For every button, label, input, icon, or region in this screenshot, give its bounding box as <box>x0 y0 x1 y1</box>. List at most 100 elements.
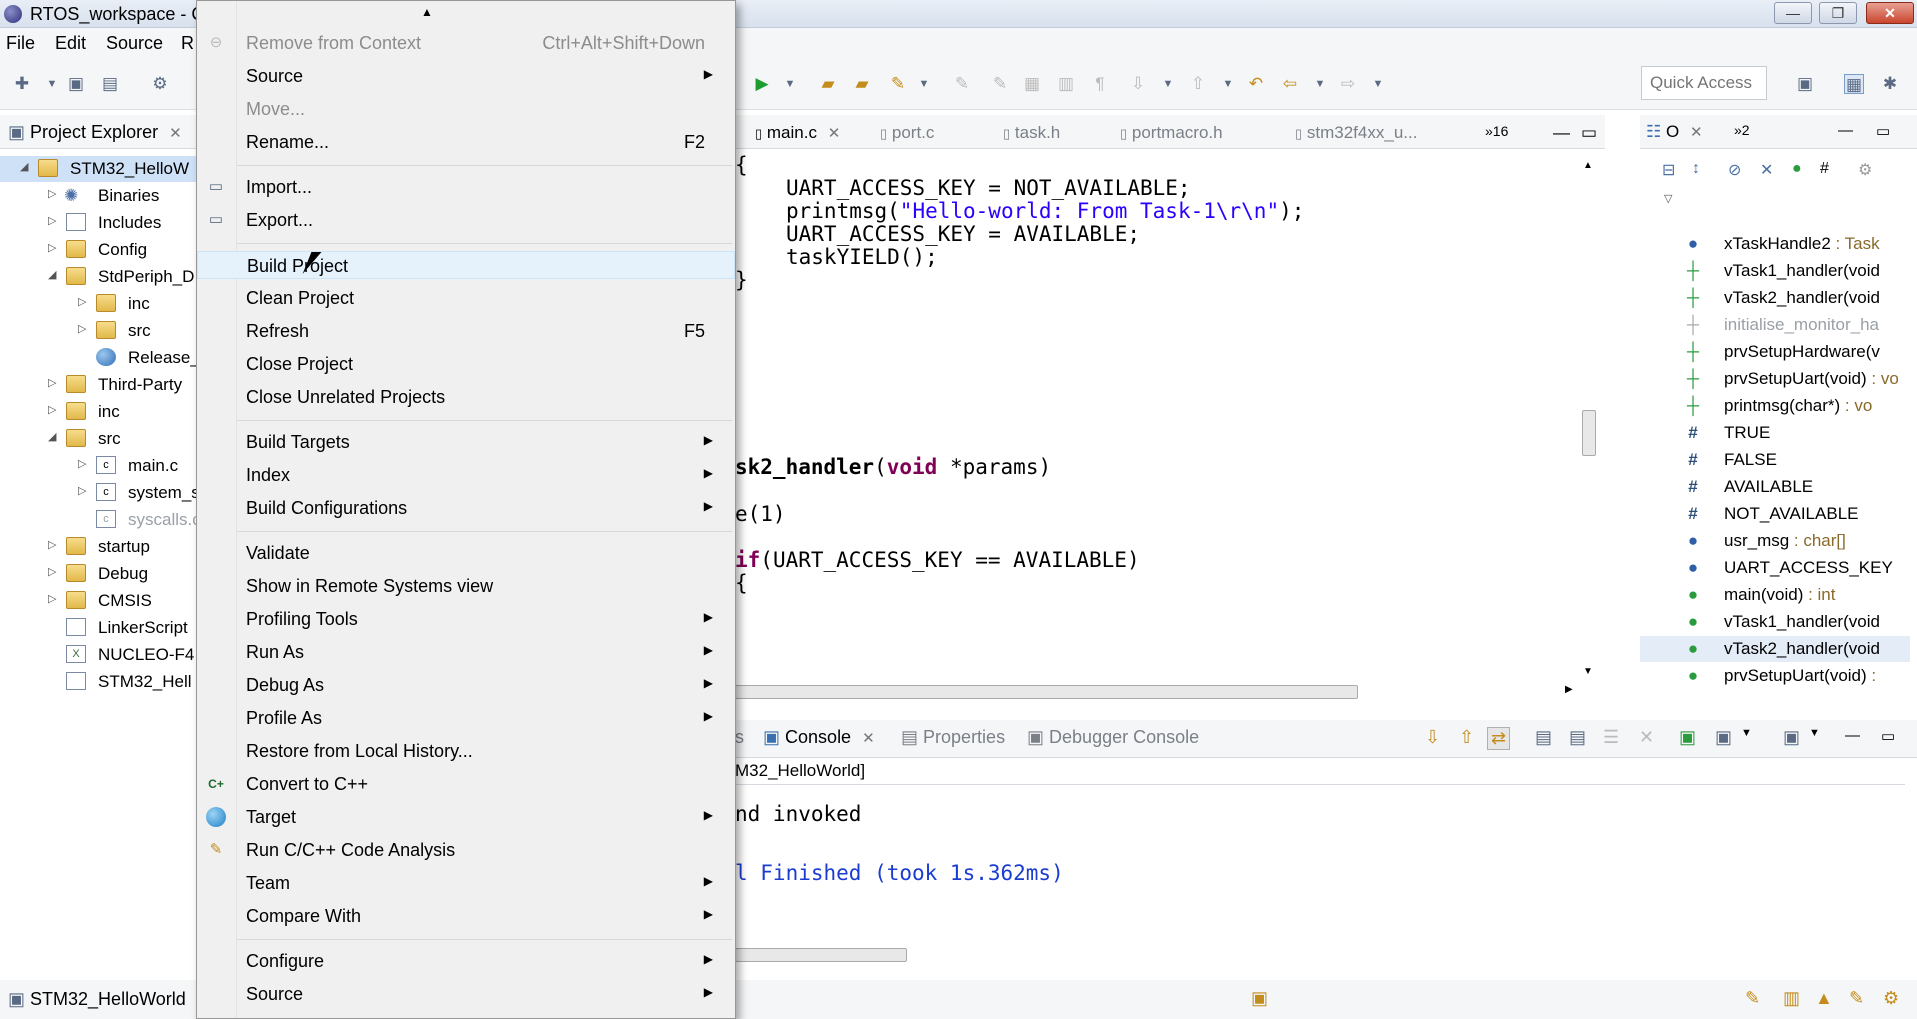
outline-item[interactable]: ┼ prvSetupUart(void) : vo <box>1640 366 1910 392</box>
pin-console-icon[interactable]: ▤ <box>1569 727 1586 748</box>
back-icon[interactable]: ⇦ <box>1280 74 1300 94</box>
menu-item-configure[interactable]: Configure ▶ <box>197 947 735 975</box>
menu-refactor[interactable]: R <box>181 33 194 54</box>
editor-vertical-scrollbar[interactable]: ▲ ▼ <box>1580 160 1598 680</box>
tab-stm32f4xx[interactable]: ▯ stm32f4xx_u... <box>1295 123 1417 143</box>
open-type-icon[interactable]: ▰ <box>818 74 838 94</box>
menu-item-profile-as[interactable]: Profile As ▶ <box>197 704 735 732</box>
hide-non-public-icon[interactable]: ● <box>1792 160 1802 178</box>
scroll-thumb[interactable] <box>735 948 907 962</box>
outline-item[interactable]: ● xTaskHandle2 : Task <box>1640 231 1910 257</box>
dropdown-icon[interactable]: ▼ <box>42 74 62 94</box>
scroll-lock-icon[interactable]: ⇄ <box>1487 727 1511 750</box>
new-console-dropdown-icon[interactable]: ▼ <box>1809 727 1820 739</box>
outline-item[interactable]: # TRUE <box>1640 420 1910 446</box>
outline-item[interactable]: ● UART_ACCESS_KEY <box>1640 555 1910 581</box>
minimize-view-icon[interactable]: — <box>1845 727 1860 744</box>
word-wrap-icon[interactable]: ☰ <box>1603 727 1619 748</box>
menu-item-refresh[interactable]: Refresh F5 <box>197 317 735 345</box>
maximize-view-icon[interactable]: ▭ <box>1876 122 1890 140</box>
expand-arrow-icon[interactable]: ▷ <box>48 592 56 605</box>
open-perspective-icon[interactable]: ▣ <box>1795 74 1815 94</box>
back-dropdown-icon[interactable]: ▼ <box>1310 74 1330 94</box>
outline-item[interactable]: ● vTask2_handler(void <box>1640 636 1910 662</box>
console-output[interactable]: M32_HelloWorld] nd invoked l Finished (t… <box>735 758 1905 968</box>
menu-item-run-code-analysis[interactable]: ✎ Run C/C++ Code Analysis <box>197 836 735 864</box>
menu-item-close-unrelated-projects[interactable]: Close Unrelated Projects <box>197 383 735 411</box>
menu-item-restore-local-history[interactable]: Restore from Local History... <box>197 737 735 765</box>
menu-item-export[interactable]: ▭ Export... <box>197 206 735 234</box>
menu-item-compare-with[interactable]: Compare With ▶ <box>197 902 735 930</box>
forward-icon[interactable]: ⇨ <box>1338 74 1358 94</box>
expand-arrow-icon[interactable]: ▷ <box>48 187 56 200</box>
outline-item[interactable]: # AVAILABLE <box>1640 474 1910 500</box>
scroll-down-arrow-icon[interactable]: ▼ <box>1583 666 1593 677</box>
status-wand-icon[interactable]: ✎ <box>1849 988 1864 1009</box>
debug-perspective-icon[interactable]: ✱ <box>1880 74 1900 94</box>
outline-item[interactable]: ┼ initialise_monitor_ha <box>1640 312 1910 338</box>
menu-item-profiling-tools[interactable]: Profiling Tools ▶ <box>197 605 735 633</box>
outline-item[interactable]: # NOT_AVAILABLE <box>1640 501 1910 527</box>
hide-static-icon[interactable]: ✕ <box>1760 160 1773 180</box>
menu-item-clean-project[interactable]: Clean Project <box>197 284 735 312</box>
outline-item[interactable]: ● vTask1_handler(void <box>1640 609 1910 635</box>
outline-vertical-scrollbar[interactable] <box>1896 230 1912 700</box>
open-console-dropdown-icon[interactable]: ▼ <box>1741 727 1752 739</box>
menu-item-target[interactable]: Target ▶ <box>197 803 735 831</box>
outline-item[interactable]: ┼ printmsg(char*) : vo <box>1640 393 1910 419</box>
open-folder-icon[interactable]: ▰ <box>852 74 872 94</box>
maximize-view-icon[interactable]: ▭ <box>1881 727 1895 745</box>
editor-horizontal-scrollbar[interactable]: ▶ <box>735 683 1575 701</box>
build-gear-icon[interactable]: ⚙ <box>150 74 170 94</box>
word-wrap-icon[interactable]: ▥ <box>1056 74 1076 94</box>
quick-access-input[interactable] <box>1641 66 1767 100</box>
menu-item-team[interactable]: Team ▶ <box>197 869 735 897</box>
tab-portmacro-h[interactable]: ▯ portmacro.h <box>1120 123 1223 143</box>
scroll-down-icon[interactable]: ⇩ <box>1425 727 1440 748</box>
show-whitespace-icon[interactable]: ¶ <box>1090 74 1110 94</box>
menu-item-source[interactable]: Source ▶ <box>197 62 735 90</box>
collapse-all-icon[interactable]: ⊟ <box>1662 160 1675 180</box>
forward-dropdown-icon[interactable]: ▼ <box>1368 74 1388 94</box>
scroll-thumb[interactable] <box>735 685 1358 699</box>
menu-item-debug-as[interactable]: Debug As ▶ <box>197 671 735 699</box>
maximize-button[interactable]: ❐ <box>1819 2 1857 24</box>
project-explorer-tab[interactable]: ▣ Project Explorer ✕ <box>8 122 182 143</box>
close-icon[interactable]: ✕ <box>169 125 182 142</box>
new-console-icon[interactable]: ▣ <box>1783 727 1800 748</box>
menu-source[interactable]: Source <box>106 33 163 54</box>
toggle-breadcrumb-icon[interactable]: ✎ <box>990 74 1010 94</box>
collapse-arrow-icon[interactable]: ◢ <box>20 160 28 173</box>
expand-arrow-icon[interactable]: ▷ <box>48 241 56 254</box>
menu-item-build-targets[interactable]: Build Targets ▶ <box>197 428 735 456</box>
run-dropdown-icon[interactable]: ▼ <box>780 74 800 94</box>
run-icon[interactable]: ▶ <box>752 74 772 94</box>
collapse-arrow-icon[interactable]: ◢ <box>48 430 56 443</box>
menu-item-show-in-remote-systems[interactable]: Show in Remote Systems view <box>197 572 735 600</box>
outline-item[interactable]: ● prvSetupUart(void) : <box>1640 663 1910 689</box>
menu-item-source-2[interactable]: Source ▶ <box>197 980 735 1008</box>
outline-item[interactable]: # FALSE <box>1640 447 1910 473</box>
menu-item-index[interactable]: Index ▶ <box>197 461 735 489</box>
search-dropdown-icon[interactable]: ▼ <box>914 74 934 94</box>
expand-arrow-icon[interactable]: ▷ <box>78 295 86 308</box>
expand-arrow-icon[interactable]: ▷ <box>48 403 56 416</box>
toggle-mark-icon[interactable]: ✎ <box>952 74 972 94</box>
tab-console[interactable]: ▣ Console ✕ <box>763 727 875 748</box>
status-gear-icon[interactable]: ⚙ <box>1883 988 1899 1009</box>
next-annotation-dropdown-icon[interactable]: ▼ <box>1158 74 1178 94</box>
scroll-right-arrow-icon[interactable]: ▶ <box>1565 684 1573 695</box>
display-console-icon[interactable]: ▣ <box>1679 727 1696 748</box>
minimize-button[interactable]: — <box>1774 2 1812 24</box>
clear-console-icon[interactable]: ▤ <box>1535 727 1552 748</box>
tab-debugger-console[interactable]: ▣ Debugger Console <box>1027 727 1199 748</box>
menu-item-run-as[interactable]: Run As ▶ <box>197 638 735 666</box>
search-icon[interactable]: ✎ <box>888 74 908 94</box>
open-console-icon[interactable]: ▣ <box>1715 727 1732 748</box>
tab-problems[interactable]: s <box>735 727 744 748</box>
scroll-up-icon[interactable]: ⇧ <box>1459 727 1474 748</box>
tab-task-h[interactable]: ▯ task.h <box>1003 123 1060 143</box>
expand-arrow-icon[interactable]: ▷ <box>78 322 86 335</box>
next-annotation-icon[interactable]: ⇩ <box>1128 74 1148 94</box>
close-icon[interactable]: ✕ <box>1690 124 1703 141</box>
